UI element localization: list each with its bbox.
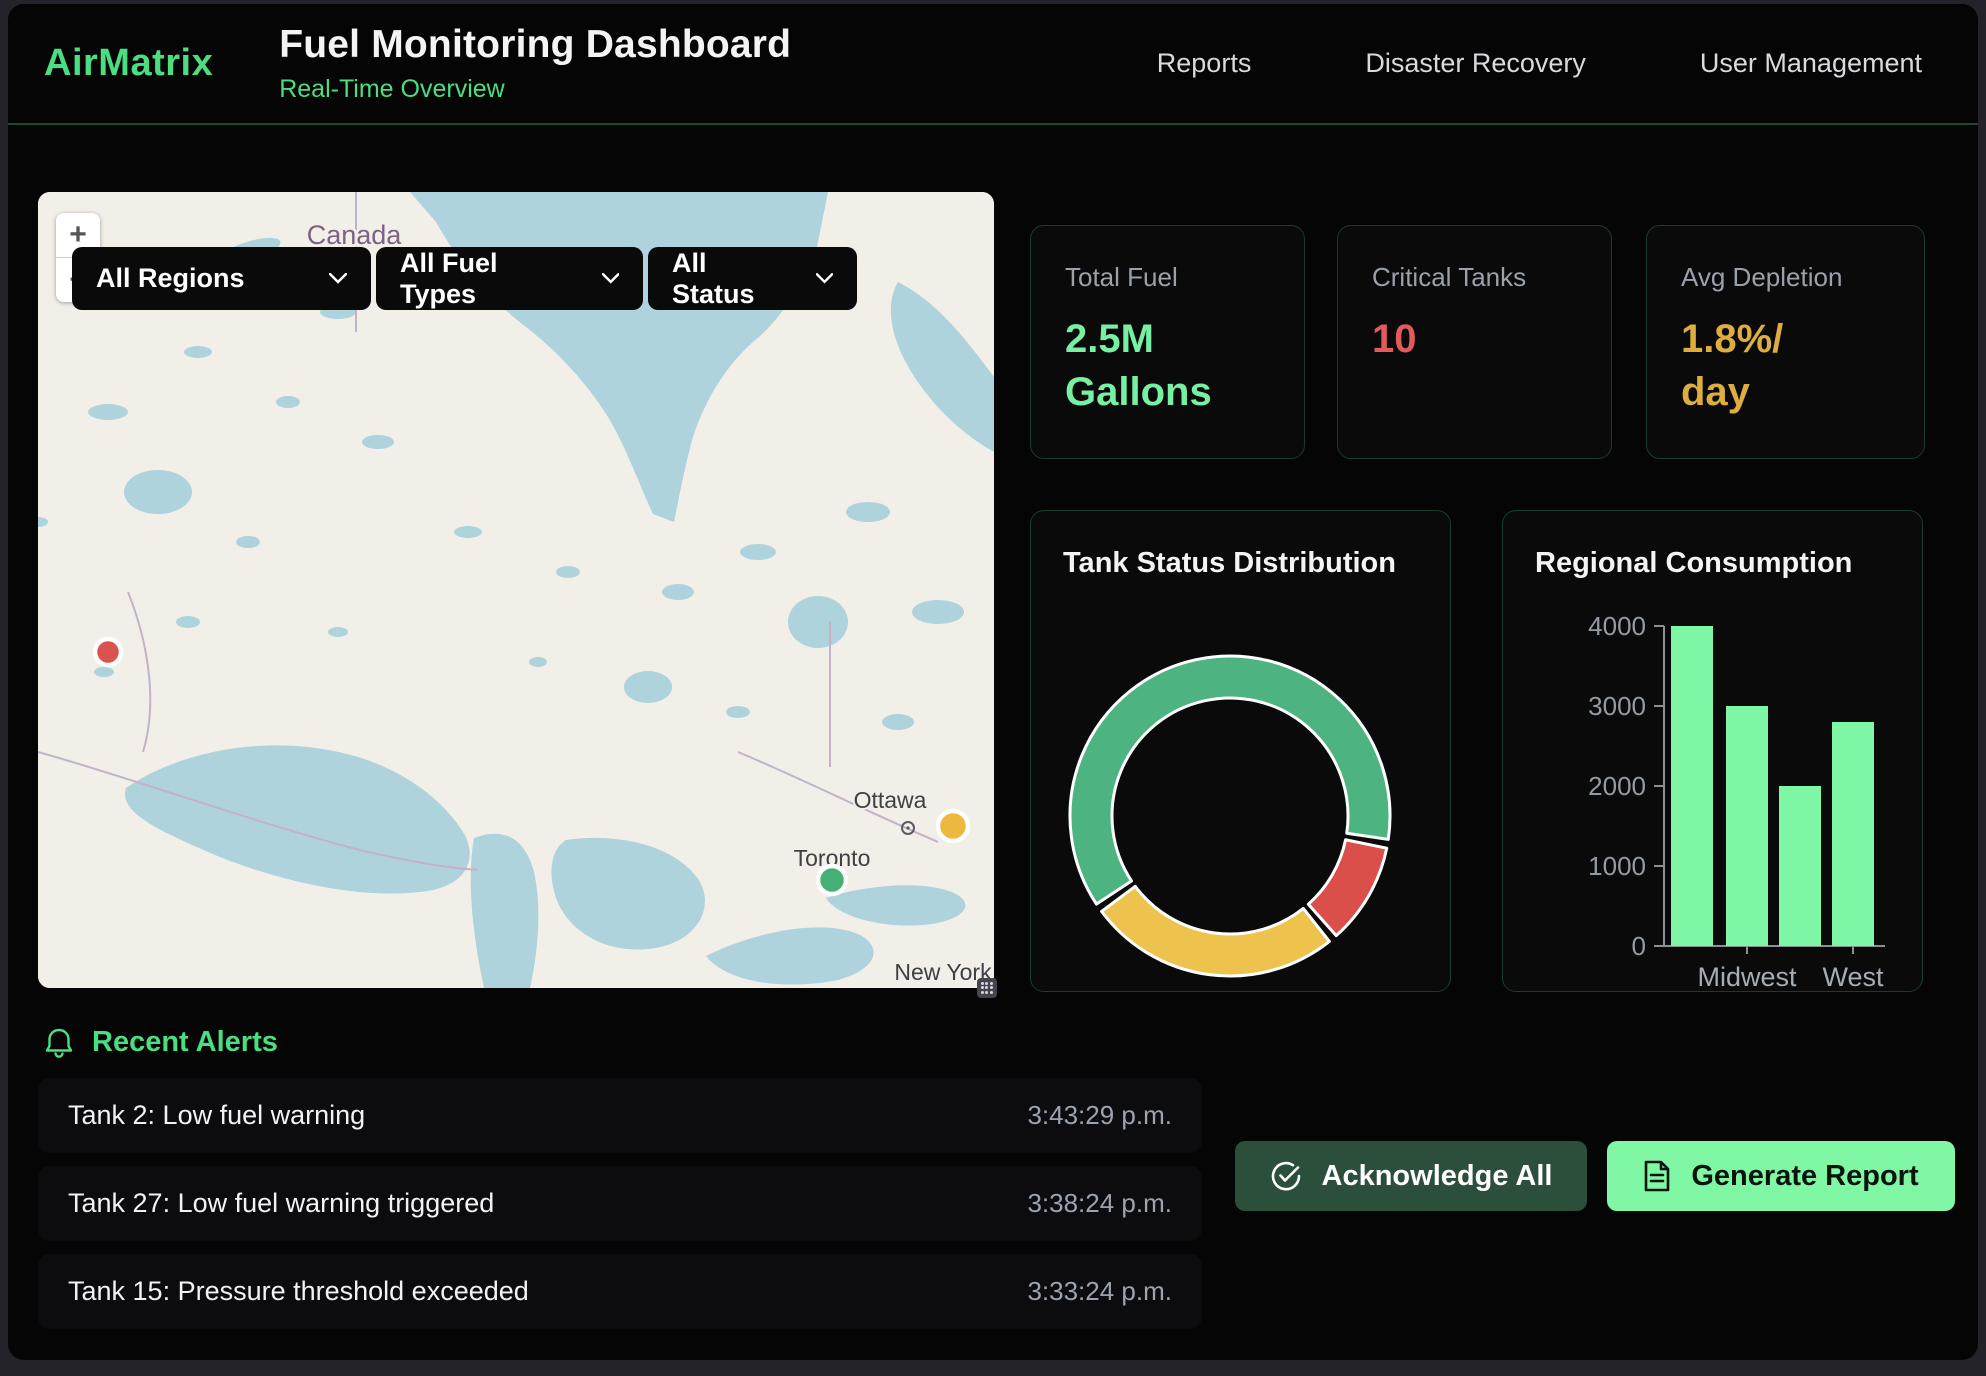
kpi-card-avg-depletion: Avg Depletion 1.8%/​day	[1646, 225, 1925, 459]
kpi-label: Total Fuel	[1065, 262, 1270, 293]
status-filter-select[interactable]: All Status	[648, 247, 857, 310]
tank-status-donut	[1031, 511, 1451, 992]
map-canvas: Canada OttawaTorontoNew York	[38, 192, 994, 988]
map-label-canada: Canada	[307, 220, 403, 250]
tank-status-card: Tank Status Distribution	[1030, 510, 1451, 992]
page-subtitle: Real-Time Overview	[279, 75, 791, 104]
generate-report-button[interactable]: Generate Report	[1607, 1141, 1955, 1211]
x-axis-tick-label: West	[1822, 962, 1884, 992]
donut-segment-critical	[1308, 840, 1386, 936]
nav-item-reports[interactable]: Reports	[1157, 48, 1252, 79]
document-icon	[1643, 1159, 1671, 1193]
chevron-down-icon	[602, 273, 619, 284]
tank-marker-warning[interactable]	[938, 811, 968, 841]
alert-message: Tank 2: Low fuel warning	[68, 1100, 365, 1131]
recent-alerts-header: Recent Alerts	[44, 1026, 278, 1059]
tank-marker-normal[interactable]	[818, 866, 846, 894]
acknowledge-all-button[interactable]: Acknowledge All	[1235, 1141, 1587, 1211]
kpi-card-critical-tanks: Critical Tanks 10	[1337, 225, 1612, 459]
alert-message: Tank 15: Pressure threshold exceeded	[68, 1276, 529, 1307]
kpi-value: 2.5M Gallons	[1065, 313, 1235, 419]
brand-logo: AirMatrix	[44, 42, 213, 85]
map-resize-handle[interactable]	[977, 978, 997, 998]
chevron-down-icon	[816, 273, 833, 284]
fuel-map[interactable]: Canada OttawaTorontoNew York + − All Reg…	[38, 192, 994, 988]
y-axis-tick-label: 3000	[1588, 691, 1646, 721]
alert-row: Tank 15: Pressure threshold exceeded 3:3…	[38, 1254, 1202, 1329]
region-filter-value: All Regions	[96, 263, 245, 294]
check-circle-icon	[1270, 1160, 1302, 1192]
bar-West	[1832, 722, 1874, 946]
regional-consumption-bars: 0 1000 2000 3000 4000 Midwest West	[1503, 511, 1923, 992]
chart-title: Regional Consumption	[1535, 547, 1852, 580]
kpi-value: 10	[1372, 313, 1542, 366]
fuel-type-filter-value: All Fuel Types	[400, 248, 576, 310]
alert-row: Tank 2: Low fuel warning 3:43:29 p.m.	[38, 1078, 1202, 1153]
bar-region-3	[1779, 786, 1821, 946]
page-title: Fuel Monitoring Dashboard	[279, 23, 791, 67]
y-axis-tick-label: 0	[1632, 931, 1646, 961]
bar-Midwest	[1726, 706, 1768, 946]
bar-region-1	[1671, 626, 1713, 946]
nav-item-disaster-recovery[interactable]: Disaster Recovery	[1365, 48, 1586, 79]
status-filter-value: All Status	[672, 248, 790, 310]
nav-item-user-management[interactable]: User Management	[1700, 48, 1922, 79]
tank-marker-critical[interactable]	[95, 639, 121, 665]
kpi-value: 1.8%/​day	[1681, 313, 1851, 419]
regional-consumption-card: Regional Consumption 0 1000 2000 3000 4000 Mi…	[1502, 510, 1923, 992]
recent-alerts-title: Recent Alerts	[92, 1026, 278, 1059]
y-axis-tick-label: 4000	[1588, 611, 1646, 641]
y-axis-tick-label: 2000	[1588, 771, 1646, 801]
chevron-down-icon	[329, 273, 347, 284]
button-label: Generate Report	[1691, 1160, 1918, 1193]
dashboard-panel: AirMatrix Fuel Monitoring Dashboard Real…	[8, 4, 1978, 1360]
fuel-type-filter-select[interactable]: All Fuel Types	[376, 247, 643, 310]
donut-segment-warning	[1102, 886, 1330, 976]
map-city-label-ottawa: Ottawa	[854, 787, 927, 813]
map-filters: All Regions All Fuel Types All Status	[72, 247, 857, 310]
alert-row: Tank 27: Low fuel warning triggered 3:38…	[38, 1166, 1202, 1241]
header: AirMatrix Fuel Monitoring Dashboard Real…	[8, 4, 1978, 125]
region-filter-select[interactable]: All Regions	[72, 247, 371, 310]
alert-message: Tank 27: Low fuel warning triggered	[68, 1188, 494, 1219]
kpi-label: Avg Depletion	[1681, 262, 1890, 293]
alert-timestamp: 3:43:29 p.m.	[1027, 1100, 1172, 1131]
main-nav: Reports Disaster Recovery User Managemen…	[1157, 48, 1922, 79]
x-axis-tick-label: Midwest	[1697, 962, 1797, 992]
page-title-block: Fuel Monitoring Dashboard Real-Time Over…	[279, 23, 791, 104]
chart-title: Tank Status Distribution	[1063, 547, 1396, 580]
y-axis-tick-label: 1000	[1588, 851, 1646, 881]
alert-timestamp: 3:38:24 p.m.	[1027, 1188, 1172, 1219]
kpi-card-total-fuel: Total Fuel 2.5M Gallons	[1030, 225, 1305, 459]
button-label: Acknowledge All	[1322, 1160, 1553, 1193]
alert-timestamp: 3:33:24 p.m.	[1027, 1276, 1172, 1307]
kpi-label: Critical Tanks	[1372, 262, 1577, 293]
bell-icon	[44, 1027, 74, 1059]
